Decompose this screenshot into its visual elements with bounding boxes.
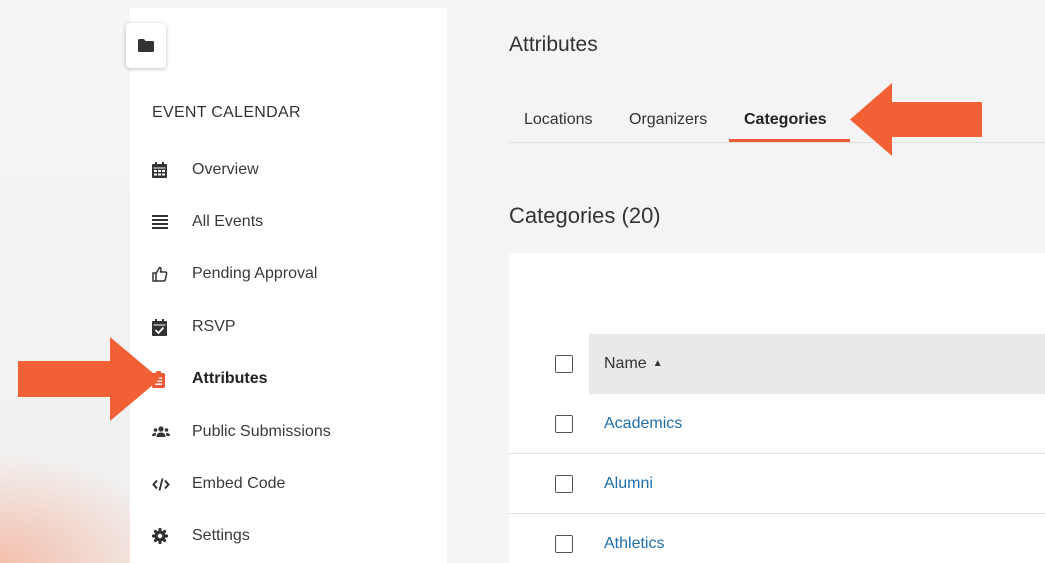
column-header-name[interactable]: Name ▲ <box>604 355 663 373</box>
sidebar-item-label: Settings <box>192 527 250 544</box>
tab-locations[interactable]: Locations <box>524 111 593 129</box>
folder-icon <box>138 39 154 52</box>
column-header-label: Name <box>604 355 647 372</box>
categories-table <box>509 253 1045 563</box>
row-divider <box>509 513 1045 514</box>
tab-categories[interactable]: Categories <box>744 111 827 129</box>
sidebar-item-rsvp[interactable]: RSVP <box>152 314 432 340</box>
sidebar-item-overview[interactable]: Overview <box>152 157 432 183</box>
arrow-pointing-left-annotation <box>850 83 982 156</box>
sort-ascending-icon: ▲ <box>652 358 663 369</box>
code-icon <box>152 475 174 493</box>
sidebar-item-embed-code[interactable]: Embed Code <box>152 471 432 497</box>
gear-icon <box>152 527 174 545</box>
category-link-academics[interactable]: Academics <box>604 415 682 433</box>
sidebar-item-settings[interactable]: Settings <box>152 523 432 549</box>
row-checkbox[interactable] <box>555 475 573 493</box>
tab-organizers[interactable]: Organizers <box>629 111 707 129</box>
list-icon <box>152 213 174 231</box>
sidebar-item-label: Attributes <box>192 370 268 387</box>
page-title: Attributes <box>509 33 598 56</box>
sidebar-item-label: Pending Approval <box>192 265 318 282</box>
category-link-athletics[interactable]: Athletics <box>604 535 664 553</box>
category-link-alumni[interactable]: Alumni <box>604 475 653 493</box>
sidebar-item-label: Public Submissions <box>192 423 331 440</box>
sidebar-item-all-events[interactable]: All Events <box>152 209 432 235</box>
row-checkbox[interactable] <box>555 535 573 553</box>
sidebar-item-label: RSVP <box>192 318 236 335</box>
calendar-check-icon <box>152 318 174 336</box>
sidebar-item-pending-approval[interactable]: Pending Approval <box>152 261 432 287</box>
thumbs-up-icon <box>152 265 174 283</box>
users-icon <box>152 423 174 441</box>
calendar-grid-icon <box>152 161 174 179</box>
row-checkbox[interactable] <box>555 415 573 433</box>
sidebar-item-label: Overview <box>192 161 259 178</box>
sidebar-item-label: Embed Code <box>192 475 286 492</box>
select-all-checkbox[interactable] <box>555 355 573 373</box>
sidebar-item-public-submissions[interactable]: Public Submissions <box>152 419 432 445</box>
sidebar-section-title: EVENT CALENDAR <box>152 104 301 121</box>
sidebar-item-label: All Events <box>192 213 264 230</box>
sidebar-item-attributes[interactable]: Attributes <box>152 366 432 392</box>
row-divider <box>509 453 1045 454</box>
folder-button[interactable] <box>126 23 166 68</box>
section-heading: Categories (20) <box>509 203 661 228</box>
arrow-pointing-right-annotation <box>18 337 160 421</box>
active-tab-indicator <box>729 139 850 142</box>
